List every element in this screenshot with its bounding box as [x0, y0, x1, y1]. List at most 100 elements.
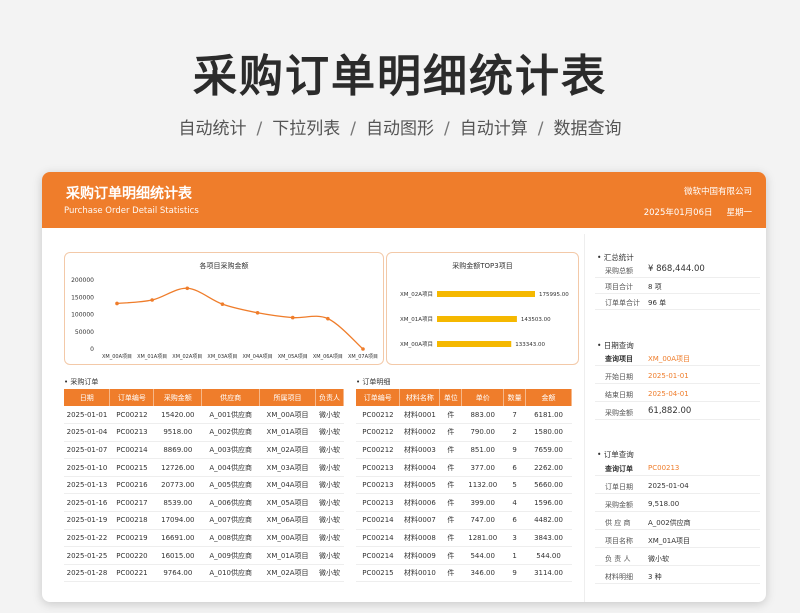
table-cell[interactable]: 件: [439, 529, 462, 548]
table-cell[interactable]: 7659.00: [525, 441, 572, 460]
table-cell[interactable]: 1: [503, 546, 526, 565]
table-cell[interactable]: 9764.00: [153, 564, 202, 583]
table-cell[interactable]: 3: [503, 529, 526, 548]
table-cell[interactable]: PC00221: [109, 564, 154, 583]
table-cell[interactable]: A_001供应商: [201, 406, 260, 425]
table-row[interactable]: 2025-01-13 PC00216 20773.00 A_005供应商 XM_04A项…: [64, 476, 344, 495]
table-cell[interactable]: 346.00: [461, 564, 504, 583]
table-cell[interactable]: 2025-01-22: [64, 529, 110, 548]
table-cell[interactable]: XM_03A项目: [259, 458, 316, 477]
table-cell[interactable]: PC00214: [109, 441, 154, 460]
table-row[interactable]: 2025-01-28 PC00221 9764.00 A_010供应商 XM_02A项目…: [64, 564, 344, 583]
table-cell[interactable]: 件: [439, 423, 462, 442]
table-cell[interactable]: XM_05A项目: [259, 493, 316, 513]
table-cell[interactable]: PC00213: [356, 493, 400, 513]
table-cell[interactable]: 微小软: [315, 441, 344, 460]
table-cell[interactable]: 件: [439, 493, 462, 513]
column-header[interactable]: 金额: [525, 389, 572, 406]
table-cell[interactable]: XM_01A项目: [259, 423, 316, 442]
table-cell[interactable]: XM_06A项目: [259, 511, 316, 530]
column-header[interactable]: 负责人: [315, 389, 345, 406]
table-cell[interactable]: 2025-01-25: [64, 546, 110, 565]
column-header[interactable]: 单位: [439, 389, 463, 406]
table-cell[interactable]: 12726.00: [153, 458, 202, 477]
table-cell[interactable]: XM_00A项目: [259, 529, 316, 548]
query-input[interactable]: PC00213: [648, 464, 679, 472]
table-cell[interactable]: 材料0009: [399, 546, 440, 565]
table-cell[interactable]: 微小软: [315, 493, 344, 513]
table-row[interactable]: PC00213 材料0004 件 377.00 6 2262.00: [356, 458, 572, 477]
table-cell[interactable]: XM_01A项目: [259, 546, 316, 565]
table-cell[interactable]: 1596.00: [525, 493, 572, 513]
table-cell[interactable]: 件: [439, 406, 462, 425]
column-header[interactable]: 采购金额: [153, 389, 203, 406]
table-cell[interactable]: PC00214: [356, 511, 400, 530]
table-cell[interactable]: PC00212: [356, 441, 400, 460]
table-row[interactable]: PC00212 材料0001 件 883.00 7 6181.00: [356, 406, 572, 425]
table-row[interactable]: 2025-01-07 PC00214 8869.00 A_003供应商 XM_02A项目…: [64, 441, 344, 460]
table-cell[interactable]: 件: [439, 458, 462, 477]
table-cell[interactable]: 747.00: [461, 511, 504, 530]
table-cell[interactable]: 1281.00: [461, 529, 504, 548]
table-row[interactable]: PC00214 材料0009 件 544.00 1 544.00: [356, 546, 572, 565]
table-cell[interactable]: XM_02A项目: [259, 441, 316, 460]
table-cell[interactable]: PC00215: [356, 564, 400, 583]
table-cell[interactable]: PC00213: [109, 423, 154, 442]
table-row[interactable]: 2025-01-10 PC00215 12726.00 A_004供应商 XM_03A项…: [64, 458, 344, 477]
table-cell[interactable]: 9518.00: [153, 423, 202, 442]
table-cell[interactable]: 材料0002: [399, 423, 440, 442]
table-cell[interactable]: A_007供应商: [201, 511, 260, 530]
table-cell[interactable]: 材料0008: [399, 529, 440, 548]
table-cell[interactable]: 件: [439, 546, 462, 565]
table-cell[interactable]: 2025-01-07: [64, 441, 110, 460]
table-cell[interactable]: 材料0001: [399, 406, 440, 425]
query-input[interactable]: XM_00A项目: [648, 354, 690, 364]
table-cell[interactable]: 377.00: [461, 458, 504, 477]
table-cell[interactable]: PC00215: [109, 458, 154, 477]
table-cell[interactable]: 9: [503, 441, 526, 460]
table-row[interactable]: 2025-01-01 PC00212 15420.00 A_001供应商 XM_00A项…: [64, 406, 344, 425]
table-row[interactable]: 2025-01-19 PC00218 17094.00 A_007供应商 XM_06A项…: [64, 511, 344, 530]
column-header[interactable]: 日期: [64, 389, 111, 406]
table-row[interactable]: PC00213 材料0006 件 399.00 4 1596.00: [356, 493, 572, 513]
table-cell[interactable]: 5660.00: [525, 476, 572, 495]
table-cell[interactable]: 15420.00: [153, 406, 202, 425]
table-cell[interactable]: 件: [439, 476, 462, 495]
query-input[interactable]: 2025-04-01: [648, 390, 689, 398]
table-cell[interactable]: 材料0003: [399, 441, 440, 460]
table-cell[interactable]: A_003供应商: [201, 441, 260, 460]
table-cell[interactable]: PC00214: [356, 529, 400, 548]
column-header[interactable]: 单价: [461, 389, 505, 406]
table-row[interactable]: 2025-01-22 PC00219 16691.00 A_008供应商 XM_00A项…: [64, 529, 344, 548]
table-row[interactable]: PC00215 材料0010 件 346.00 9 3114.00: [356, 564, 572, 583]
table-cell[interactable]: 6: [503, 458, 526, 477]
table-cell[interactable]: A_002供应商: [201, 423, 260, 442]
table-cell[interactable]: 790.00: [461, 423, 504, 442]
column-header[interactable]: 订单编号: [109, 389, 155, 406]
table-cell[interactable]: 544.00: [461, 546, 504, 565]
column-header[interactable]: 订单编号: [356, 389, 401, 406]
table-cell[interactable]: 2262.00: [525, 458, 572, 477]
table-cell[interactable]: 微小软: [315, 564, 344, 583]
table-cell[interactable]: PC00217: [109, 493, 154, 513]
table-cell[interactable]: PC00213: [356, 458, 400, 477]
table-cell[interactable]: 7: [503, 406, 526, 425]
table-cell[interactable]: PC00213: [356, 476, 400, 495]
table-row[interactable]: PC00212 材料0003 件 851.00 9 7659.00: [356, 441, 572, 460]
table-cell[interactable]: XM_00A项目: [259, 406, 316, 425]
table-cell[interactable]: 3114.00: [525, 564, 572, 583]
table-cell[interactable]: A_005供应商: [201, 476, 260, 495]
table-cell[interactable]: 件: [439, 564, 462, 583]
table-cell[interactable]: 材料0005: [399, 476, 440, 495]
table-cell[interactable]: 544.00: [525, 546, 572, 565]
table-cell[interactable]: 件: [439, 441, 462, 460]
table-cell[interactable]: 2025-01-19: [64, 511, 110, 530]
table-cell[interactable]: XM_04A项目: [259, 476, 316, 495]
column-header[interactable]: 数量: [503, 389, 527, 406]
column-header[interactable]: 材料名称: [399, 389, 441, 406]
table-cell[interactable]: 材料0010: [399, 564, 440, 583]
table-cell[interactable]: PC00212: [109, 406, 154, 425]
table-cell[interactable]: A_010供应商: [201, 564, 260, 583]
table-cell[interactable]: 2: [503, 423, 526, 442]
table-cell[interactable]: A_009供应商: [201, 546, 260, 565]
